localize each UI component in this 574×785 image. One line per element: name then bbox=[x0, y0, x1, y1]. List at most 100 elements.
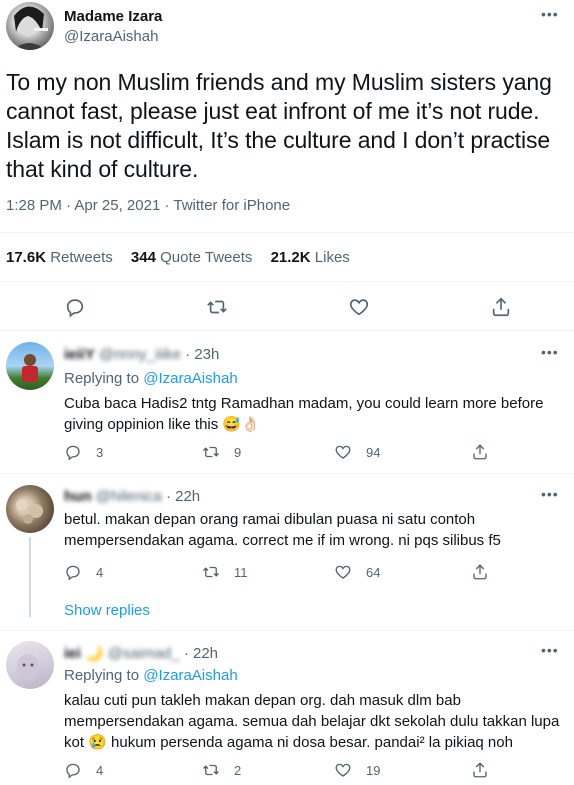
share-icon bbox=[473, 444, 487, 460]
reply-button[interactable] bbox=[64, 296, 86, 323]
retweet-button[interactable]: 9 bbox=[202, 443, 241, 461]
author-avatar[interactable] bbox=[6, 2, 54, 50]
like-button[interactable]: 94 bbox=[334, 443, 380, 461]
reply-icon bbox=[66, 299, 84, 318]
dot-separator: · bbox=[165, 488, 171, 505]
more-icon[interactable]: ••• bbox=[541, 344, 559, 360]
divider bbox=[0, 281, 574, 282]
divider bbox=[0, 232, 574, 233]
retweet-button[interactable]: 11 bbox=[202, 563, 248, 581]
reply-icon bbox=[66, 565, 80, 581]
retweet-button[interactable] bbox=[206, 296, 228, 323]
heart-icon bbox=[335, 445, 351, 459]
retweets-stat[interactable]: 17.6K Retweets bbox=[6, 249, 113, 266]
share-button[interactable] bbox=[471, 761, 489, 779]
reply-avatar[interactable] bbox=[6, 485, 54, 533]
reply-text-line: kalau cuti pun takleh makan depan org. d… bbox=[64, 692, 461, 709]
reply-handle[interactable]: @nnny_iiike bbox=[99, 346, 181, 363]
author-handle[interactable]: @IzaraAishah bbox=[64, 28, 158, 45]
likes-label: Likes bbox=[314, 249, 350, 266]
reply-text-line: kot 😢 hukum persenda agama ni dosa besar… bbox=[64, 734, 513, 751]
share-button[interactable] bbox=[471, 563, 489, 581]
quotes-label: Quote Tweets bbox=[160, 249, 253, 266]
more-icon[interactable]: ••• bbox=[541, 486, 559, 502]
tweet-text: To my non Muslim friends and my Muslim s… bbox=[6, 69, 552, 182]
reply-header: hun @hilenica · 22h bbox=[64, 488, 200, 505]
like-count: 64 bbox=[366, 564, 381, 580]
reply-text: betul. makan depan orang ramai dibulan p… bbox=[64, 509, 569, 551]
retweet-icon bbox=[203, 764, 219, 776]
tweet-stats: 17.6K Retweets 344 Quote Tweets 21.2K Li… bbox=[6, 249, 350, 266]
retweet-icon bbox=[207, 300, 227, 314]
retweets-label: Retweets bbox=[50, 249, 113, 266]
tweet-timestamp: 1:28 PM · Apr 25, 2021 · Twitter for iPh… bbox=[6, 197, 290, 214]
like-button[interactable]: 19 bbox=[334, 761, 380, 779]
reply-display-name[interactable]: hun bbox=[64, 488, 92, 505]
reply-age[interactable]: 22h bbox=[193, 645, 218, 662]
reply-age[interactable]: 23h bbox=[194, 346, 219, 363]
reply-button[interactable]: 4 bbox=[64, 563, 103, 581]
reply-handle[interactable]: @hilenica bbox=[96, 488, 162, 505]
divider bbox=[0, 330, 574, 331]
dot-separator: · bbox=[66, 197, 72, 214]
reply-handle[interactable]: @saimad_ bbox=[108, 645, 180, 662]
reply-text-line: mempersendakan agama. semua dah belajar … bbox=[64, 713, 560, 730]
reply-text-line: giving oppinion like this 😅👌🏻 bbox=[64, 416, 260, 433]
replying-to-prefix: Replying to bbox=[64, 370, 140, 387]
heart-icon bbox=[349, 299, 369, 316]
retweet-count: 2 bbox=[234, 762, 242, 778]
reply-age[interactable]: 22h bbox=[175, 488, 200, 505]
reply-avatar[interactable] bbox=[6, 342, 54, 390]
tweet-client[interactable]: Twitter for iPhone bbox=[173, 197, 290, 214]
divider bbox=[0, 630, 574, 631]
reply-button[interactable]: 3 bbox=[64, 443, 103, 461]
like-button[interactable] bbox=[348, 296, 370, 323]
tweet-date[interactable]: Apr 25, 2021 bbox=[74, 197, 160, 214]
author-display-name[interactable]: Madame Izara bbox=[64, 8, 162, 25]
dot-separator: · bbox=[183, 645, 189, 662]
tweet-time[interactable]: 1:28 PM bbox=[6, 197, 62, 214]
reply-display-name[interactable]: iei 🌙 bbox=[64, 645, 104, 662]
reply-count: 3 bbox=[96, 444, 104, 460]
replying-to-handle[interactable]: @IzaraAishah bbox=[143, 667, 237, 684]
share-icon bbox=[473, 762, 487, 778]
more-icon[interactable]: ••• bbox=[541, 6, 559, 22]
like-button[interactable]: 64 bbox=[334, 563, 380, 581]
reply-icon bbox=[66, 763, 80, 779]
quotes-stat[interactable]: 344 Quote Tweets bbox=[131, 249, 252, 266]
replying-to-handle[interactable]: @IzaraAishah bbox=[143, 370, 237, 387]
like-count: 94 bbox=[366, 444, 381, 460]
show-replies-link[interactable]: Show replies bbox=[64, 602, 150, 619]
share-icon bbox=[492, 297, 510, 317]
dot-separator: · bbox=[164, 197, 170, 214]
share-button[interactable] bbox=[490, 296, 512, 323]
reply-avatar[interactable] bbox=[6, 641, 54, 689]
reply-icon bbox=[66, 445, 80, 461]
reply-text-line: betul. makan depan orang ramai dibulan p… bbox=[64, 511, 476, 528]
retweet-count: 9 bbox=[234, 444, 242, 460]
reply-count: 4 bbox=[96, 564, 104, 580]
thread-line bbox=[29, 537, 31, 617]
share-button[interactable] bbox=[471, 443, 489, 461]
more-icon[interactable]: ••• bbox=[541, 642, 559, 658]
reply-button[interactable]: 4 bbox=[64, 761, 103, 779]
retweet-count: 11 bbox=[234, 564, 248, 580]
replying-to: Replying to @IzaraAishah bbox=[64, 667, 238, 684]
reply-text-line: mempersendakan agama. correct me if im w… bbox=[64, 532, 501, 549]
reply-text: Cuba baca Hadis2 tntg Ramadhan madam, yo… bbox=[64, 393, 569, 435]
retweet-icon bbox=[203, 566, 219, 578]
reply-header: iei 🌙 @saimad_ · 22h bbox=[64, 644, 218, 662]
divider bbox=[0, 473, 574, 474]
reply-display-name[interactable]: ieiiY bbox=[64, 346, 95, 363]
dot-separator: · bbox=[185, 346, 191, 363]
likes-count: 21.2K bbox=[270, 249, 311, 266]
replying-to: Replying to @IzaraAishah bbox=[64, 370, 238, 387]
reply-count: 4 bbox=[96, 762, 104, 778]
reply-header: ieiiY @nnny_iiike · 23h bbox=[64, 346, 219, 363]
reply-text-line: Cuba baca Hadis2 tntg Ramadhan madam, yo… bbox=[64, 395, 544, 412]
likes-stat[interactable]: 21.2K Likes bbox=[271, 249, 350, 266]
reply-text: kalau cuti pun takleh makan depan org. d… bbox=[64, 690, 569, 753]
heart-icon bbox=[335, 565, 351, 579]
retweet-button[interactable]: 2 bbox=[202, 761, 241, 779]
replying-to-prefix: Replying to bbox=[64, 667, 140, 684]
